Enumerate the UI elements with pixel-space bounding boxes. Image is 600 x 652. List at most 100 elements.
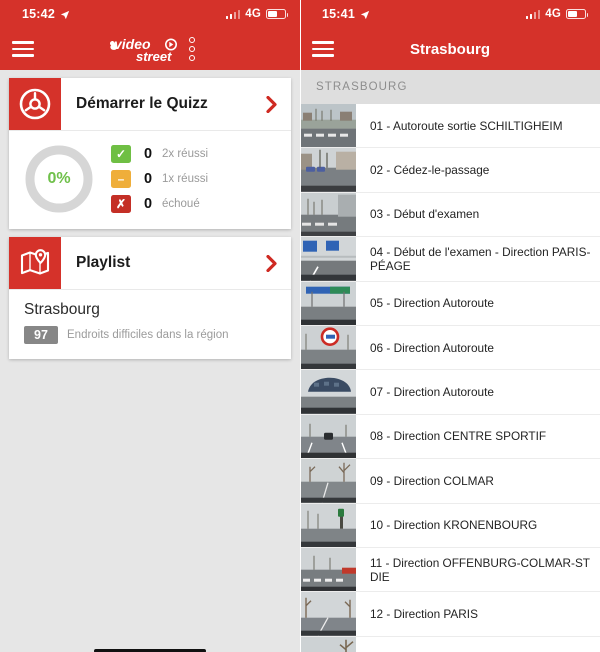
steering-wheel-icon: [9, 78, 61, 130]
page-title: Strasbourg: [409, 40, 490, 58]
quiz-stat-row: ✓ 0 2x réussi: [111, 145, 208, 163]
screen-divider: [300, 0, 301, 652]
quiz-card-body: 0% ✓ 0 2x réussi – 0 1x réussi ✗ 0 échou…: [9, 131, 291, 229]
list-item[interactable]: 12 - Direction PARIS: [300, 592, 600, 637]
list-item-label: 07 - Direction Autoroute: [370, 385, 494, 400]
chevron-right-icon[interactable]: [251, 237, 291, 289]
list-item-thumbnail: [300, 192, 356, 237]
left-status-bar: 15:42 4G: [0, 0, 300, 28]
chevron-right-icon[interactable]: [251, 78, 291, 130]
list-item-thumbnail: [300, 325, 356, 370]
left-phone-screen: 15:42 4G video street Démarrer le Quizz …: [0, 0, 300, 652]
status-left-group: 15:42: [22, 7, 70, 21]
list-item-thumbnail: [300, 459, 356, 503]
signal-bars-icon: [225, 9, 241, 19]
playlist-card-title: Playlist: [76, 254, 131, 271]
signal-bars-icon: [525, 9, 541, 19]
list-item[interactable]: 04 - Début de l'examen - Direction PARIS…: [300, 237, 600, 282]
quiz-stats-list: ✓ 0 2x réussi – 0 1x réussi ✗ 0 échoué: [111, 145, 208, 213]
quiz-stat-count: 0: [143, 171, 153, 187]
playlist-card: Playlist Strasbourg 97 Endroits difficil…: [9, 237, 291, 359]
right-nav-bar: Strasbourg: [300, 28, 600, 70]
map-pin-icon: [9, 237, 61, 289]
status-right-group: 4G: [525, 8, 589, 20]
quiz-card-header[interactable]: Démarrer le Quizz: [9, 78, 291, 131]
cross-icon: ✗: [111, 195, 131, 213]
list-item-thumbnail: [300, 503, 356, 547]
list-item-label: 05 - Direction Autoroute: [370, 296, 494, 311]
list-item[interactable]: 03 - Début d'examen: [300, 192, 600, 238]
location-arrow-icon: [360, 9, 370, 20]
list-item-thumbnail: [300, 370, 356, 414]
list-item-label: 03 - Début d'examen: [370, 207, 480, 222]
playlist-count-badge: 97: [24, 326, 58, 344]
playlist-card-body[interactable]: Strasbourg 97 Endroits difficiles dans l…: [9, 290, 291, 359]
list-item[interactable]: 05 - Direction Autoroute: [300, 281, 600, 326]
right-status-bar: 15:41 4G: [300, 0, 600, 28]
status-right-group: 4G: [225, 8, 289, 20]
playlist-card-header[interactable]: Playlist: [9, 237, 291, 290]
list-item-label: 01 - Autoroute sortie SCHILTIGHEIM: [370, 118, 563, 133]
list-item-thumbnail: [300, 237, 356, 281]
battery-icon: [566, 9, 589, 19]
list-item-thumbnail: [300, 414, 356, 459]
list-item[interactable]: 13 - Direction SCHILTIGHEIM-WACKEN: [300, 636, 600, 652]
list-item-label: 09 - Direction COLMAR: [370, 473, 494, 488]
list-item-label: 10 - Direction KRONENBOURG: [370, 518, 538, 533]
kebab-menu-icon[interactable]: [188, 37, 195, 61]
quiz-stat-label: 2x réussi: [162, 148, 209, 160]
network-type-label: 4G: [545, 8, 561, 20]
minus-icon: –: [111, 170, 131, 188]
quiz-card-title: Démarrer le Quizz: [76, 95, 208, 112]
list-item[interactable]: 07 - Direction Autoroute: [300, 370, 600, 415]
list-item[interactable]: 01 - Autoroute sortie SCHILTIGHEIM: [300, 104, 600, 149]
list-item[interactable]: 08 - Direction CENTRE SPORTIF: [300, 414, 600, 460]
hamburger-menu-icon[interactable]: [312, 41, 334, 57]
list-item-label: 04 - Début de l'examen - Direction PARIS…: [370, 244, 591, 273]
list-item-label: 12 - Direction PARIS: [370, 606, 478, 621]
quiz-stat-row: – 0 1x réussi: [111, 170, 208, 188]
network-type-label: 4G: [245, 8, 261, 20]
list-item-thumbnail: [300, 148, 356, 192]
video-street-logo-icon: video street: [109, 36, 177, 64]
quiz-stat-row: ✗ 0 échoué: [111, 195, 208, 213]
places-list[interactable]: 01 - Autoroute sortie SCHILTIGHEIM 02 - …: [300, 104, 600, 652]
list-item-thumbnail: [300, 281, 356, 325]
status-left-group: 15:41: [322, 7, 370, 21]
left-content-area: Démarrer le Quizz 0% ✓ 0 2x réussi – 0 1…: [0, 78, 300, 652]
list-item-thumbnail: [300, 104, 356, 148]
dual-phone-screenshot: 15:42 4G video street Démarrer le Quizz …: [0, 0, 600, 652]
list-item[interactable]: 06 - Direction Autoroute: [300, 325, 600, 371]
quiz-stat-count: 0: [143, 196, 153, 212]
list-item[interactable]: 10 - Direction KRONENBOURG: [300, 503, 600, 548]
quiz-progress-ring: 0%: [23, 143, 95, 215]
hamburger-menu-icon[interactable]: [12, 41, 34, 57]
quiz-stat-count: 0: [143, 146, 153, 162]
playlist-subline: 97 Endroits difficiles dans la région: [24, 326, 277, 344]
list-section-header: STRASBOURG: [300, 70, 600, 104]
quiz-stat-label: 1x réussi: [162, 173, 209, 185]
quiz-stat-label: échoué: [162, 198, 200, 210]
list-item[interactable]: 11 - Direction OFFENBURG-COLMAR-ST DIE: [300, 547, 600, 593]
playlist-description: Endroits difficiles dans la région: [67, 329, 229, 341]
list-item-label: 13 - Direction SCHILTIGHEIM-WACKEN: [356, 637, 600, 652]
svg-text:video: video: [114, 36, 151, 52]
status-time: 15:41: [322, 7, 355, 21]
check-icon: ✓: [111, 145, 131, 163]
playlist-city-name: Strasbourg: [24, 301, 100, 318]
list-item-label: 11 - Direction OFFENBURG-COLMAR-ST DIE: [370, 555, 590, 584]
battery-icon: [266, 9, 289, 19]
list-item-thumbnail: [300, 547, 356, 592]
app-logo: video street: [0, 34, 300, 64]
list-item-label: 08 - Direction CENTRE SPORTIF: [370, 429, 547, 444]
quiz-progress-percent: 0%: [47, 170, 71, 187]
list-item[interactable]: 02 - Cédez-le-passage: [300, 148, 600, 193]
list-item-label: 02 - Cédez-le-passage: [370, 163, 490, 178]
list-item[interactable]: 09 - Direction COLMAR: [300, 459, 600, 504]
svg-text:street: street: [136, 49, 172, 64]
quiz-card: Démarrer le Quizz 0% ✓ 0 2x réussi – 0 1…: [9, 78, 291, 229]
location-arrow-icon: [60, 9, 70, 20]
list-item-thumbnail: [300, 592, 356, 636]
right-phone-screen: 15:41 4G Strasbourg STRASBOURG 01 - Auto…: [300, 0, 600, 652]
list-item-label: 06 - Direction Autoroute: [370, 340, 494, 355]
